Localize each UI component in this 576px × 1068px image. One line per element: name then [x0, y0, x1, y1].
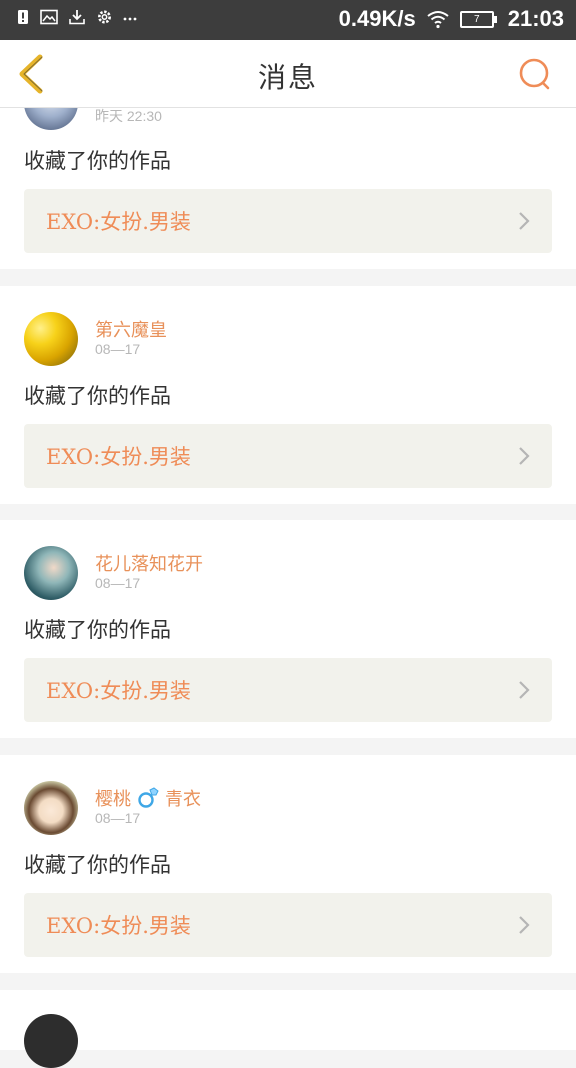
user-name[interactable]: 花儿落知花开 — [95, 550, 203, 576]
message-date: 08—17 — [95, 810, 141, 826]
work-link[interactable]: EXO:女扮.男装 — [24, 424, 552, 488]
chevron-right-icon — [519, 212, 530, 230]
search-icon[interactable] — [516, 55, 556, 95]
message-card — [0, 990, 576, 1068]
message-date: 08—17 — [95, 575, 141, 591]
work-link[interactable]: EXO:女扮.男装 — [24, 893, 552, 957]
work-title: EXO:女扮.男装 — [46, 445, 191, 469]
message-card: 第六魔皇 08—17 收藏了你的作品 EXO:女扮.男装 — [0, 286, 576, 504]
message-action: 收藏了你的作品 — [24, 384, 171, 408]
work-link[interactable]: EXO:女扮.男装 — [24, 658, 552, 722]
message-action: 收藏了你的作品 — [24, 149, 171, 173]
work-title: EXO:女扮.男装 — [46, 914, 191, 938]
network-speed: 0.49K/s — [338, 6, 416, 31]
chevron-right-icon — [519, 916, 530, 934]
message-date: 08—17 — [95, 341, 141, 357]
message-card: 花儿落知花开 08—17 收藏了你的作品 EXO:女扮.男装 — [0, 520, 576, 738]
avatar[interactable] — [24, 781, 78, 835]
avatar[interactable] — [24, 1014, 78, 1068]
battery-icon: 7 — [459, 10, 497, 28]
clock: 21:03 — [507, 6, 564, 31]
alert-icon — [18, 10, 28, 24]
image-icon — [40, 9, 58, 25]
chevron-right-icon — [519, 681, 530, 699]
user-name[interactable]: 樱桃 青衣 — [95, 785, 201, 811]
gear-icon — [98, 10, 111, 24]
more-icon — [123, 17, 137, 21]
work-title: EXO:女扮.男装 — [46, 210, 191, 234]
ring-icon — [138, 787, 159, 808]
message-action: 收藏了你的作品 — [24, 618, 171, 642]
message-date: 昨天 22:30 — [95, 108, 162, 124]
wifi-icon — [427, 11, 449, 29]
work-title: EXO:女扮.男装 — [46, 679, 191, 703]
user-name[interactable]: 第六魔皇 — [95, 316, 167, 342]
status-bar: 0.49K/s 7 21:03 — [0, 0, 576, 40]
page-title: 消息 — [257, 61, 318, 94]
avatar[interactable] — [24, 312, 78, 366]
download-icon — [69, 10, 85, 25]
message-card: 樱桃 青衣 08—17 收藏了你的作品 EXO:女扮.男装 — [0, 755, 576, 973]
avatar[interactable] — [24, 546, 78, 600]
user-name-suffix: 青衣 — [165, 789, 201, 810]
top-nav: 消息 — [0, 40, 576, 108]
work-link[interactable]: EXO:女扮.男装 — [24, 189, 552, 253]
user-name-text: 樱桃 — [95, 789, 131, 810]
message-action: 收藏了你的作品 — [24, 853, 171, 877]
chevron-right-icon — [519, 447, 530, 465]
notification-icons — [16, 9, 137, 25]
